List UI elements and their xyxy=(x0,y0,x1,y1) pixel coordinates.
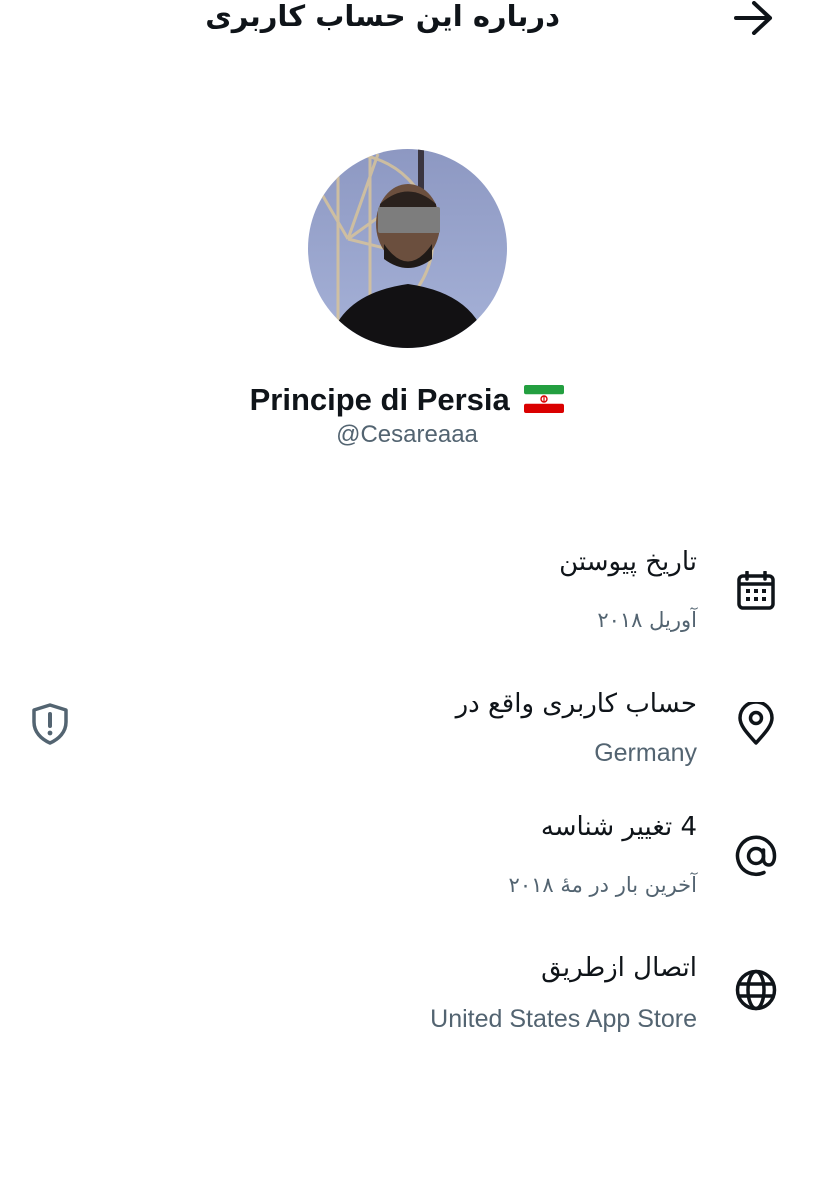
connected-via-icon-wrap xyxy=(734,968,778,1012)
back-button[interactable] xyxy=(732,0,776,36)
username-changes-value: آخرین بار در مهٔ ۲۰۱۸ xyxy=(508,873,697,897)
join-date-value: آوریل ۲۰۱۸ xyxy=(597,608,697,632)
handle: @Cesareaaa xyxy=(336,421,478,448)
at-sign-icon xyxy=(735,835,777,877)
globe-icon xyxy=(735,969,777,1011)
shield-alert-icon xyxy=(32,703,68,745)
location-icon-wrap xyxy=(734,702,778,746)
display-name-text: Principe di Persia xyxy=(249,382,510,417)
location-pin-icon xyxy=(738,702,774,745)
shield-alert-button[interactable] xyxy=(28,702,72,746)
page-title: درباره این حساب کاربری xyxy=(205,0,560,33)
username-changes-icon-wrap xyxy=(734,834,778,878)
join-date-title: تاریخ پیوستن xyxy=(559,547,697,577)
avatar[interactable] xyxy=(308,149,507,348)
avatar-image xyxy=(308,149,507,348)
location-title: حساب کاربری واقع در xyxy=(455,689,697,719)
connected-via-title: اتصال ازطریق xyxy=(541,953,697,983)
connected-via-value: United States App Store xyxy=(430,1005,697,1033)
calendar-icon xyxy=(737,571,775,610)
join-date-icon-wrap xyxy=(734,569,778,613)
location-value: Germany xyxy=(594,739,697,767)
username-changes-title: 4 تغییر شناسه xyxy=(540,812,697,842)
arrow-right-icon xyxy=(734,1,772,35)
